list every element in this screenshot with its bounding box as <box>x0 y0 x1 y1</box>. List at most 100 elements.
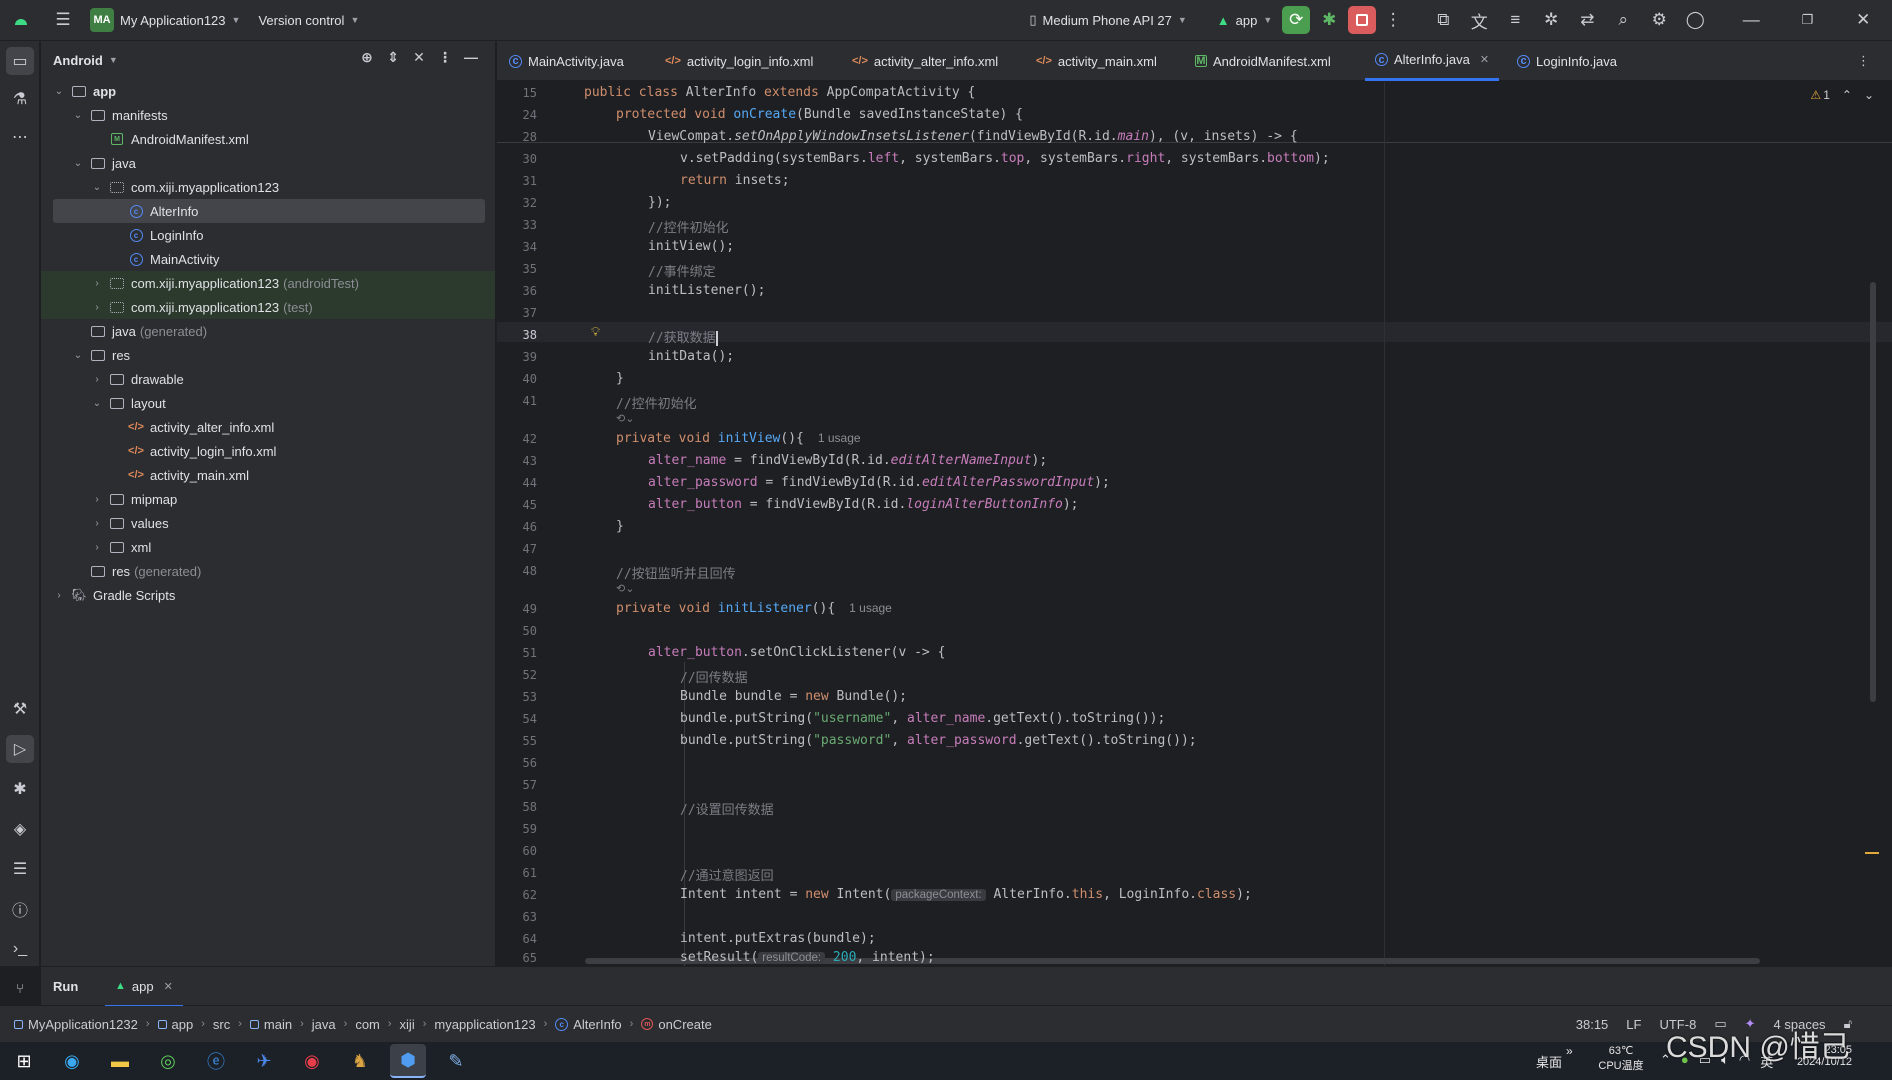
tree-item[interactable]: › xml <box>53 535 485 559</box>
chevron-right-icon[interactable]: » <box>1566 1044 1573 1058</box>
chevron-right-icon[interactable]: › <box>91 374 103 385</box>
windows-start-icon[interactable]: ⊞ <box>6 1044 42 1078</box>
breadcrumb-item[interactable]: myapplication123 <box>434 1017 535 1032</box>
debug-tool-icon[interactable]: ✱ <box>6 775 34 803</box>
feishu-icon[interactable]: ✈ <box>246 1044 282 1078</box>
close-tab-icon[interactable]: ✕ <box>1480 53 1489 66</box>
restore-button[interactable]: ❐ <box>1792 5 1822 35</box>
line-separator[interactable]: LF <box>1626 1017 1641 1032</box>
caret-position[interactable]: 38:15 <box>1576 1017 1609 1032</box>
tree-item[interactable]: </> activity_main.xml <box>53 463 485 487</box>
terminal-icon[interactable]: ›_ <box>6 935 34 963</box>
breadcrumb-item[interactable]: app <box>157 1017 193 1032</box>
ai-hint-icon[interactable]: ⟲⌄ <box>616 582 634 595</box>
tree-item[interactable]: › values <box>53 511 485 535</box>
ai-hint-icon[interactable]: ⟲⌄ <box>616 412 634 425</box>
ie-browser-icon[interactable]: ⓔ <box>198 1044 234 1078</box>
problems-icon[interactable]: ⓘ <box>6 895 34 923</box>
tree-item[interactable]: ⌄ res <box>53 343 485 367</box>
tab-logininfo[interactable]: c LoginInfo.java <box>1517 41 1617 81</box>
lightbulb-icon[interactable]: 💡︎ <box>591 324 600 340</box>
run-config-selector[interactable]: ▲ app ▼ <box>1217 13 1273 28</box>
code-editor[interactable]: ⚠ 1 ⌃ ⌄ 15 public class AlterInfo extends… <box>497 82 1892 966</box>
chevron-down-icon[interactable]: ⌄ <box>72 158 84 169</box>
project-view-title[interactable]: Android <box>53 53 103 68</box>
chevron-right-icon[interactable]: › <box>53 590 65 601</box>
tab-androidmanifest[interactable]: M AndroidManifest.xml <box>1195 41 1331 81</box>
collapse-all-icon[interactable]: ✕ <box>409 49 429 66</box>
browser-green-icon[interactable]: ◎ <box>150 1044 186 1078</box>
debug-button[interactable]: ✱ <box>1314 5 1344 35</box>
netease-music-icon[interactable]: ◉ <box>294 1044 330 1078</box>
gem-icon[interactable]: ◈ <box>6 815 34 843</box>
more-actions-icon[interactable]: ⋮ <box>1378 5 1408 35</box>
android-studio-icon[interactable]: ⬢ <box>390 1044 426 1078</box>
resource-manager-icon[interactable]: ⚗ <box>6 85 34 113</box>
tree-item[interactable]: ⌄ layout <box>53 391 485 415</box>
desktop-toolbar-label[interactable]: 桌面 <box>1536 1052 1562 1071</box>
git-branch-icon[interactable]: ⑂ <box>6 974 34 1002</box>
chevron-down-icon[interactable]: ⌄ <box>91 398 103 409</box>
vertical-scrollbar[interactable] <box>1870 282 1876 702</box>
run-tool-icon[interactable]: ▷ <box>6 735 34 763</box>
tab-activity-login-info[interactable]: </> activity_login_info.xml <box>665 41 813 81</box>
tree-item[interactable]: M AndroidManifest.xml <box>53 127 485 151</box>
build-icon[interactable]: ⚒ <box>6 695 34 723</box>
logcat-icon[interactable]: ☰ <box>6 855 34 883</box>
close-window-button[interactable]: ✕ <box>1848 5 1878 35</box>
tree-item[interactable]: ⌄ app <box>53 79 485 103</box>
game-app-icon[interactable]: ♞ <box>342 1044 378 1078</box>
chevron-down-icon[interactable]: ⌄ <box>53 86 65 97</box>
chevron-right-icon[interactable]: › <box>91 494 103 505</box>
device-manager-icon[interactable]: ⧉ <box>1428 5 1458 35</box>
vcs-selector[interactable]: Version control ▼ <box>258 13 359 28</box>
chevron-down-icon[interactable]: ⌄ <box>91 182 103 193</box>
inspection-widget[interactable]: ⚠ 1 ⌃ ⌄ <box>1810 88 1874 102</box>
breadcrumb-item[interactable]: xiji <box>400 1017 415 1032</box>
breadcrumb-item[interactable]: main <box>249 1017 292 1032</box>
tree-item[interactable]: c MainActivity <box>53 247 485 271</box>
tree-item[interactable]: java (generated) <box>53 319 485 343</box>
tree-item[interactable]: c LoginInfo <box>53 223 485 247</box>
tree-item[interactable]: › mipmap <box>53 487 485 511</box>
project-selector[interactable]: MA My Application123 ▼ <box>90 8 240 32</box>
chevron-right-icon[interactable]: › <box>91 518 103 529</box>
file-explorer-icon[interactable]: ▬ <box>102 1044 138 1078</box>
expand-all-icon[interactable]: ⇕ <box>383 49 403 66</box>
tree-item[interactable]: c AlterInfo <box>53 199 485 223</box>
edge-browser-icon[interactable]: ◉ <box>54 1044 90 1078</box>
tree-item[interactable]: </> activity_login_info.xml <box>53 439 485 463</box>
chevron-down-icon[interactable]: ⌄ <box>72 110 84 121</box>
breadcrumb-item[interactable]: java <box>312 1017 336 1032</box>
tab-mainactivity[interactable]: c MainActivity.java <box>509 41 624 81</box>
chevron-down-icon[interactable]: ⌄ <box>72 350 84 361</box>
warning-marker[interactable] <box>1865 852 1879 854</box>
breadcrumb-item[interactable]: src <box>213 1017 230 1032</box>
account-icon[interactable]: ◯ <box>1680 5 1710 35</box>
tree-item[interactable]: ⌄ com.xiji.myapplication123 <box>53 175 485 199</box>
cpu-temp-widget[interactable]: 63℃ CPU温度 <box>1596 1044 1646 1073</box>
plugin-icon[interactable]: ✲ <box>1536 5 1566 35</box>
tree-item[interactable]: res (generated) <box>53 559 485 583</box>
tree-item[interactable]: › com.xiji.myapplication123 (test) <box>41 295 495 319</box>
apply-changes-button[interactable]: ⟳ <box>1282 6 1311 34</box>
more-tools-icon[interactable]: ⋯ <box>6 123 34 151</box>
tree-item[interactable]: › 🐘︎ Gradle Scripts <box>53 583 485 607</box>
tree-item[interactable]: › com.xiji.myapplication123 (androidTest) <box>41 271 495 295</box>
tab-activity-alter-info[interactable]: </> activity_alter_info.xml <box>852 41 998 81</box>
breadcrumb-item[interactable]: m onCreate <box>641 1017 712 1032</box>
chevron-right-icon[interactable]: › <box>91 542 103 553</box>
tree-item[interactable]: ⌄ manifests <box>53 103 485 127</box>
minimize-button[interactable]: — <box>1736 5 1766 35</box>
breadcrumb-item[interactable]: c AlterInfo <box>555 1017 622 1032</box>
sdk-manager-icon[interactable]: ≡ <box>1500 5 1530 35</box>
sync-icon[interactable]: ⇄ <box>1572 5 1602 35</box>
breadcrumb-item[interactable]: com <box>355 1017 380 1032</box>
stop-button[interactable] <box>1348 6 1377 34</box>
tab-alterinfo[interactable]: c AlterInfo.java ✕ <box>1365 41 1500 81</box>
translate-icon[interactable]: 文 <box>1464 5 1494 35</box>
tree-item[interactable]: ⌄ java <box>53 151 485 175</box>
gear-icon[interactable]: ⚙ <box>1644 5 1674 35</box>
chevron-right-icon[interactable]: › <box>91 278 103 289</box>
locate-icon[interactable]: ⊕ <box>357 49 377 66</box>
